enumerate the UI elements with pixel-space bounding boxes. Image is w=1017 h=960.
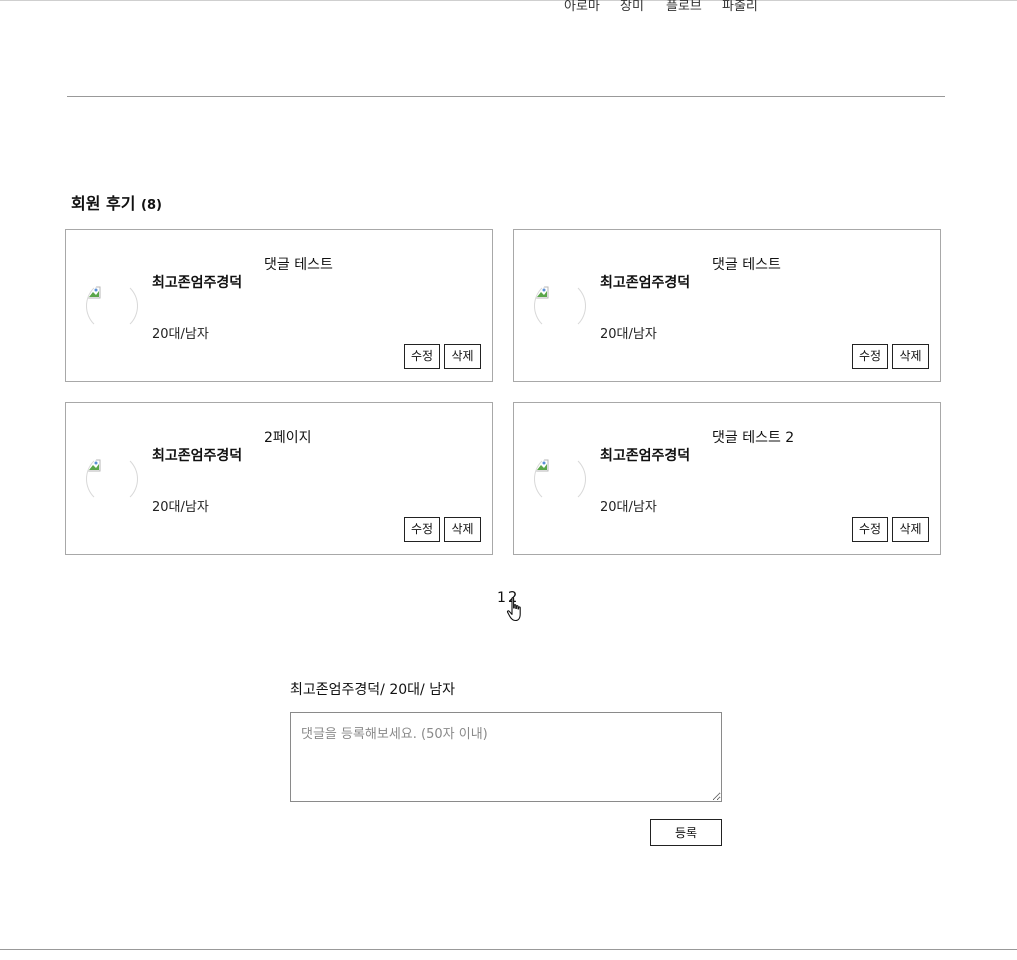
reviewer-name: 최고존엄주경덕 bbox=[600, 448, 691, 464]
nav-item-aroma[interactable]: 아로마 bbox=[564, 0, 620, 14]
broken-image-icon bbox=[87, 286, 101, 299]
avatar bbox=[86, 453, 138, 505]
avatar bbox=[534, 453, 586, 505]
comment-form-user-info: 최고존엄주경덕/ 20대/ 남자 bbox=[290, 682, 455, 698]
review-card: 댓글 테스트 최고존엄주경덕 20대/남자 수정 삭제 bbox=[513, 229, 941, 382]
edit-button[interactable]: 수정 bbox=[404, 517, 440, 542]
submit-comment-button[interactable]: 등록 bbox=[650, 819, 722, 846]
review-comment: 댓글 테스트 bbox=[712, 257, 781, 273]
reviewer-name: 최고존엄주경덕 bbox=[600, 275, 691, 291]
reviewer-meta: 20대/남자 bbox=[152, 327, 209, 342]
review-comment: 댓글 테스트 bbox=[264, 257, 333, 273]
broken-image-icon bbox=[535, 286, 549, 299]
nav-item-patchouli[interactable]: 파출리 bbox=[722, 0, 782, 14]
top-nav: 아로마 장미 플로브 파출리 bbox=[560, 0, 782, 14]
reviews-title: 회원 후기 bbox=[71, 194, 136, 213]
reviewer-meta: 20대/남자 bbox=[152, 500, 209, 515]
reviews-heading: 회원 후기 (8) bbox=[71, 190, 162, 214]
reviewer-meta: 20대/남자 bbox=[600, 500, 657, 515]
review-card: 댓글 테스트 2 최고존엄주경덕 20대/남자 수정 삭제 bbox=[513, 402, 941, 555]
edit-button[interactable]: 수정 bbox=[852, 344, 888, 369]
delete-button[interactable]: 삭제 bbox=[892, 344, 929, 369]
footer-divider bbox=[0, 949, 1017, 950]
nav-item-rose[interactable]: 장미 bbox=[620, 0, 666, 14]
reviewer-meta: 20대/남자 bbox=[600, 327, 657, 342]
review-comment: 댓글 테스트 2 bbox=[712, 430, 795, 446]
avatar bbox=[534, 280, 586, 332]
nav-item-florab[interactable]: 플로브 bbox=[666, 0, 722, 14]
review-card: 2페이지 최고존엄주경덕 20대/남자 수정 삭제 bbox=[65, 402, 493, 555]
page-link-1[interactable]: 1 bbox=[497, 590, 506, 606]
delete-button[interactable]: 삭제 bbox=[444, 517, 481, 542]
review-comment: 2페이지 bbox=[264, 430, 312, 446]
review-card: 댓글 테스트 최고존엄주경덕 20대/남자 수정 삭제 bbox=[65, 229, 493, 382]
delete-button[interactable]: 삭제 bbox=[892, 517, 929, 542]
avatar bbox=[86, 280, 138, 332]
top-border bbox=[0, 0, 1017, 1]
delete-button[interactable]: 삭제 bbox=[444, 344, 481, 369]
reviewer-name: 최고존엄주경덕 bbox=[152, 275, 243, 291]
hand-pointer-icon bbox=[506, 597, 521, 622]
edit-button[interactable]: 수정 bbox=[404, 344, 440, 369]
edit-button[interactable]: 수정 bbox=[852, 517, 888, 542]
section-divider bbox=[67, 96, 945, 97]
broken-image-icon bbox=[535, 459, 549, 472]
reviews-count: (8) bbox=[141, 198, 162, 213]
broken-image-icon bbox=[87, 459, 101, 472]
reviewer-name: 최고존엄주경덕 bbox=[152, 448, 243, 464]
comment-input[interactable] bbox=[290, 712, 722, 802]
